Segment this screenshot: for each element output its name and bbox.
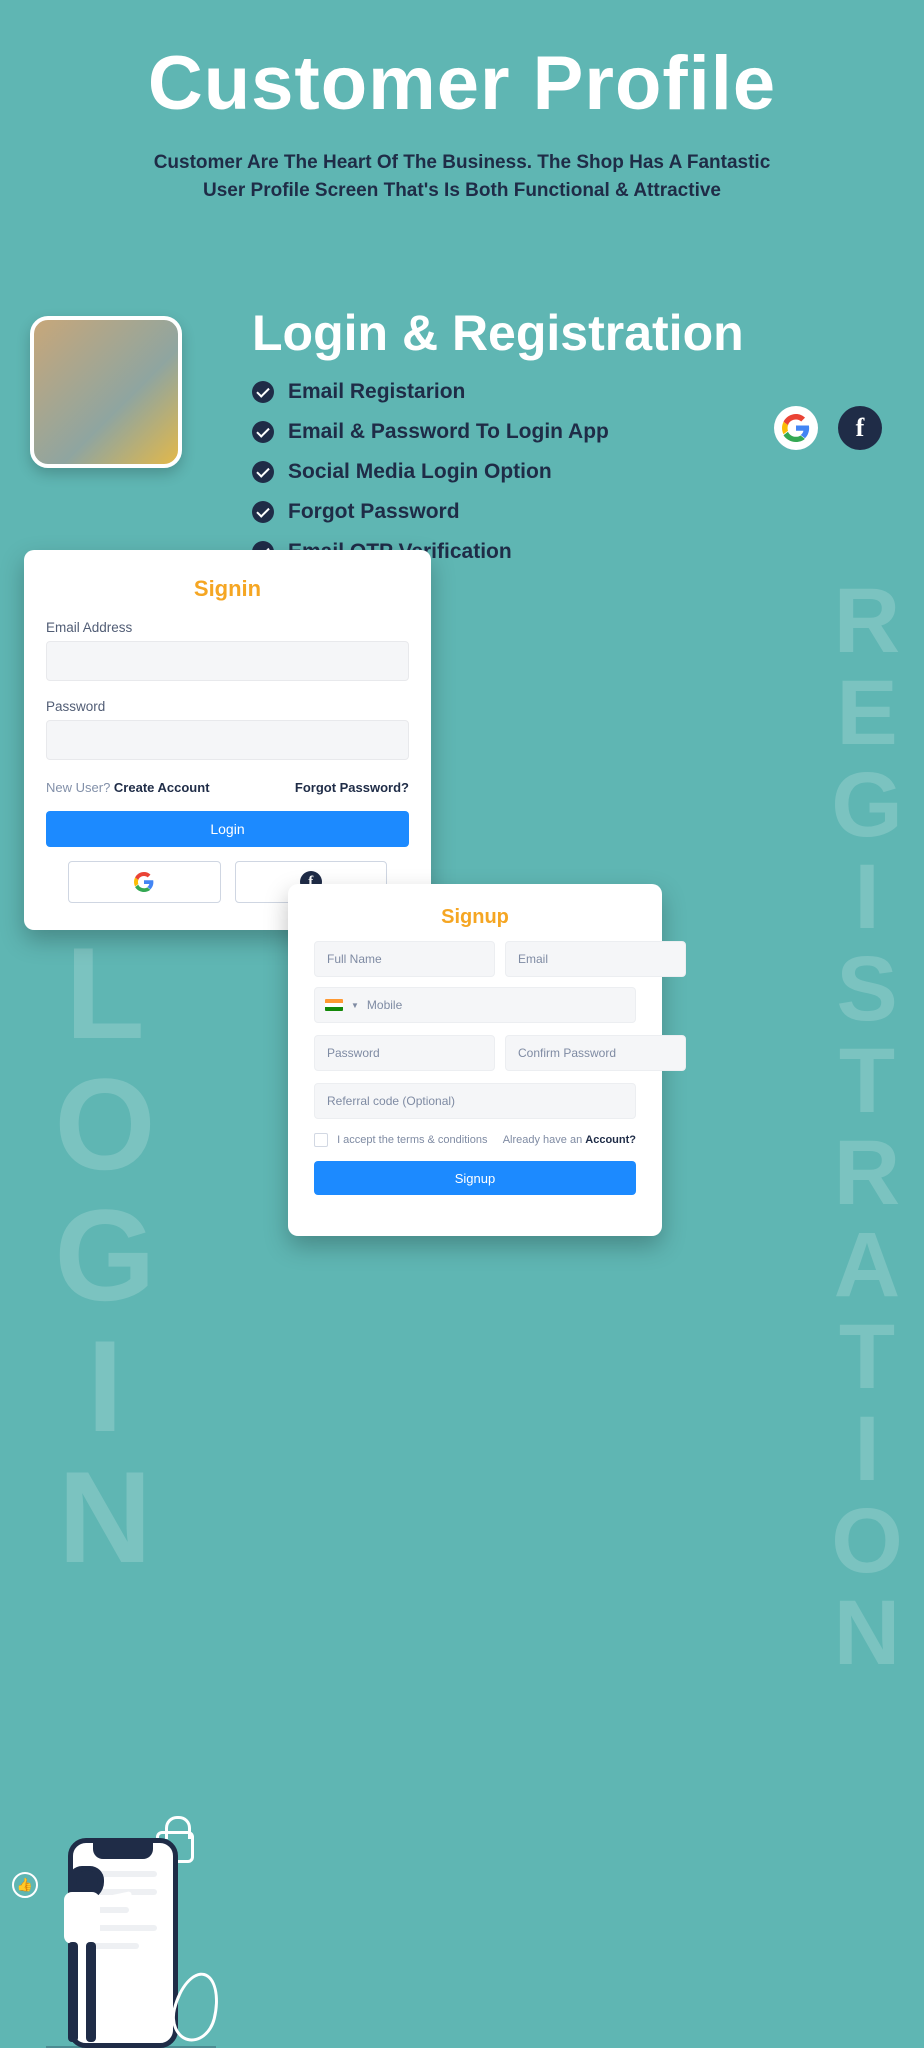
signup-password-input[interactable] — [314, 1035, 495, 1071]
referral-code-input[interactable] — [314, 1083, 636, 1119]
password-label: Password — [46, 699, 409, 714]
page-title: Customer Profile — [0, 0, 924, 127]
check-icon — [252, 421, 274, 443]
full-name-input[interactable] — [314, 941, 495, 977]
person-illustration — [42, 1868, 112, 2048]
feature-item: Forgot Password — [252, 500, 894, 524]
background-text-login: LOGIN — [30, 920, 180, 1575]
feature-label: Email Registarion — [288, 380, 465, 404]
terms-checkbox[interactable] — [314, 1133, 328, 1147]
signin-title: Signin — [46, 576, 409, 602]
section-heading: Login & Registration — [252, 304, 894, 362]
already-have-account: Already have an Account? — [503, 1134, 636, 1146]
create-account-link[interactable]: Create Account — [114, 780, 210, 795]
confirm-password-input[interactable] — [505, 1035, 686, 1071]
google-icon — [134, 872, 154, 892]
new-user-text: New User? Create Account — [46, 780, 210, 795]
facebook-icon: f — [838, 406, 882, 450]
signup-card: Signup ▼ Mobile I accept the terms & con… — [288, 884, 662, 1236]
email-input[interactable] — [46, 641, 409, 681]
signin-card: Signin Email Address Password New User? … — [24, 550, 431, 930]
feature-item: Email Registarion — [252, 380, 894, 404]
signup-button[interactable]: Signup — [314, 1161, 636, 1195]
feature-label: Social Media Login Option — [288, 460, 552, 484]
background-text-registration: REGISTRATION — [814, 570, 919, 1674]
avatar-image — [30, 316, 182, 468]
login-button[interactable]: Login — [46, 811, 409, 847]
check-icon — [252, 501, 274, 523]
check-icon — [252, 381, 274, 403]
email-input[interactable] — [505, 941, 686, 977]
google-login-button[interactable] — [68, 861, 221, 903]
email-label: Email Address — [46, 620, 409, 635]
thumbs-up-icon: 👍 — [12, 1872, 38, 1898]
subtitle-line-2: User Profile Screen That's Is Both Funct… — [203, 180, 721, 201]
mobile-input-wrapper[interactable]: ▼ Mobile — [314, 987, 636, 1023]
subtitle-line-1: Customer Are The Heart Of The Business. … — [154, 152, 771, 173]
check-icon — [252, 461, 274, 483]
page-subtitle: Customer Are The Heart Of The Business. … — [0, 149, 924, 204]
mobile-placeholder: Mobile — [367, 998, 402, 1012]
illustration: 👍 — [18, 1838, 178, 2048]
feature-label: Forgot Password — [288, 500, 460, 524]
signup-title: Signup — [314, 906, 636, 929]
chevron-down-icon: ▼ — [351, 1001, 359, 1010]
password-input[interactable] — [46, 720, 409, 760]
terms-text: I accept the terms & conditions — [337, 1134, 487, 1146]
flag-icon — [325, 999, 343, 1011]
terms-checkbox-row: I accept the terms & conditions — [314, 1133, 487, 1147]
feature-item: Social Media Login Option — [252, 460, 894, 484]
account-link[interactable]: Account? — [585, 1134, 636, 1146]
forgot-password-link[interactable]: Forgot Password? — [295, 780, 409, 795]
feature-label: Email & Password To Login App — [288, 420, 609, 444]
google-icon — [774, 406, 818, 450]
